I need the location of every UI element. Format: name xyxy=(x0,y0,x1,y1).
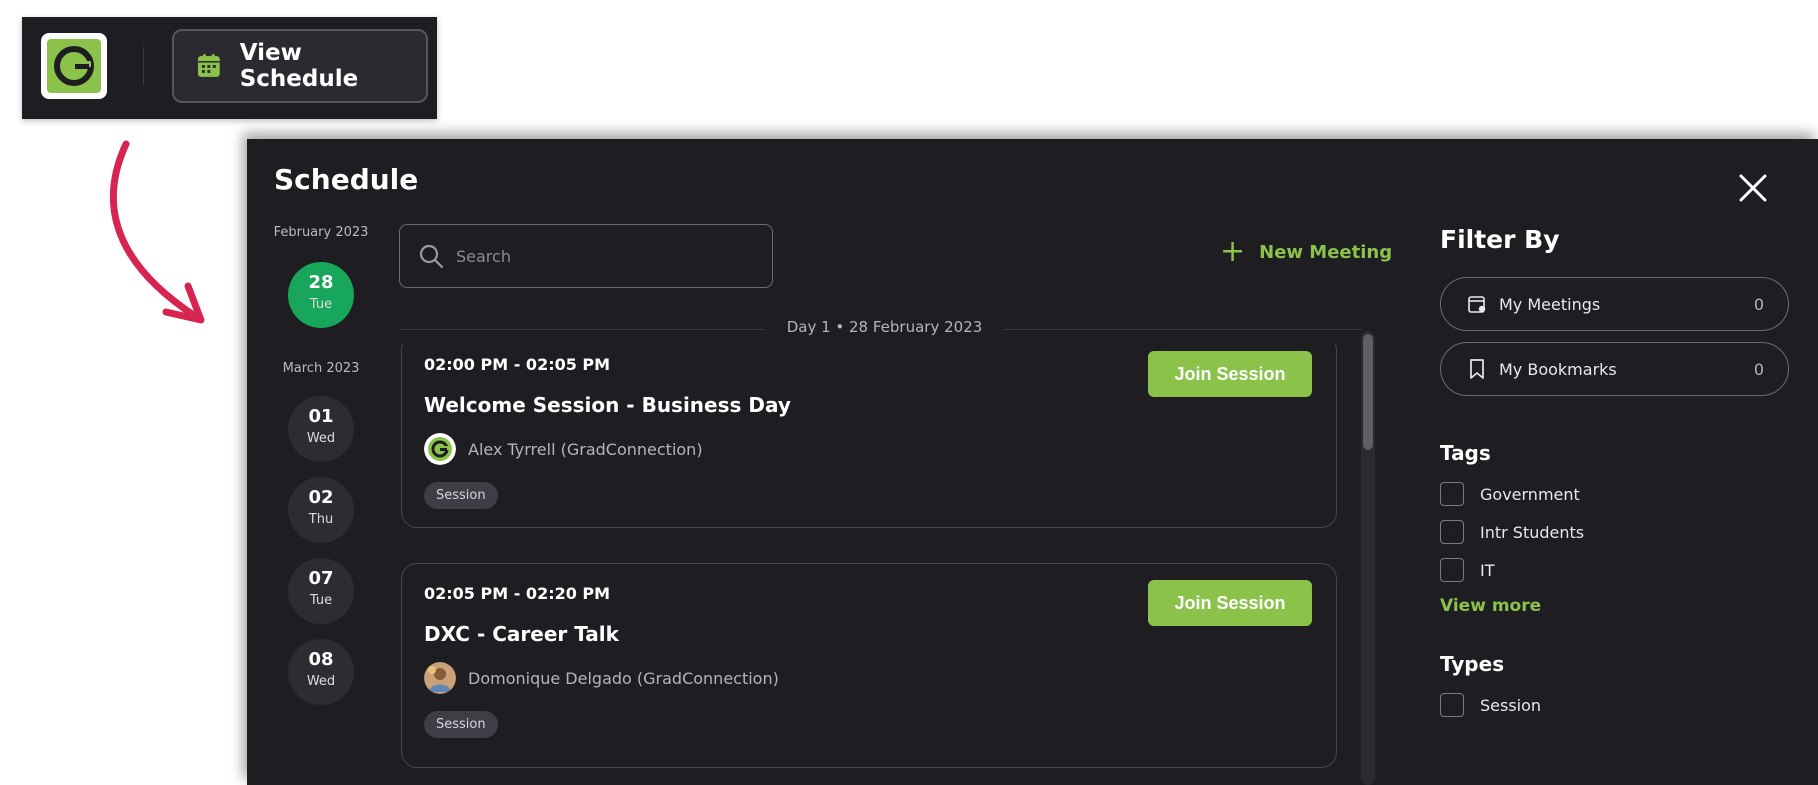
session-card[interactable]: 02:00 PM - 02:05 PM Welcome Session - Bu… xyxy=(401,344,1337,528)
tag-label: IT xyxy=(1480,560,1495,580)
calendar-icon xyxy=(197,54,220,77)
tag-checkbox-intr-students[interactable]: Intr Students xyxy=(1440,520,1584,544)
session-title: Welcome Session - Business Day xyxy=(424,393,791,417)
date-weekday: Wed xyxy=(306,431,336,446)
date-weekday: Wed xyxy=(306,674,336,689)
session-title: DXC - Career Talk xyxy=(424,622,619,646)
filter-title: Filter By xyxy=(1440,225,1560,254)
host-name: Domonique Delgado (GradConnection) xyxy=(468,668,779,688)
date-button-mar-07[interactable]: 07 Tue xyxy=(288,558,354,624)
host-name: Alex Tyrrell (GradConnection) xyxy=(468,439,703,459)
my-meetings-count: 0 xyxy=(1753,294,1764,314)
session-time: 02:00 PM - 02:05 PM xyxy=(424,355,611,374)
date-number: 02 xyxy=(308,487,334,508)
session-host: Domonique Delgado (GradConnection) xyxy=(424,662,779,694)
host-avatar xyxy=(424,433,456,465)
date-number: 07 xyxy=(308,568,334,589)
date-button-mar-02[interactable]: 02 Thu xyxy=(288,477,354,543)
session-card[interactable]: 02:05 PM - 02:20 PM DXC - Career Talk Jo… xyxy=(401,563,1337,768)
my-bookmarks-count: 0 xyxy=(1753,359,1764,379)
toolbar-divider xyxy=(143,47,144,85)
date-weekday: Tue xyxy=(309,297,333,312)
tag-label: Government xyxy=(1480,484,1580,504)
new-meeting-button[interactable]: + New Meeting xyxy=(1220,234,1393,269)
join-session-button[interactable]: Join Session xyxy=(1148,580,1312,626)
date-button-feb-28[interactable]: 28 Tue xyxy=(288,262,354,328)
date-button-mar-01[interactable]: 01 Wed xyxy=(288,396,354,462)
bookmark-icon xyxy=(1470,359,1484,379)
tags-heading: Tags xyxy=(1440,441,1491,465)
session-list: 02:00 PM - 02:05 PM Welcome Session - Bu… xyxy=(399,344,1399,785)
search-icon xyxy=(419,244,444,269)
day-separator-line xyxy=(399,329,764,330)
day-separator-line xyxy=(1004,329,1361,330)
date-number: 01 xyxy=(308,406,334,427)
top-toolbar: View Schedule xyxy=(22,17,437,119)
tag-checkbox-it[interactable]: IT xyxy=(1440,558,1495,582)
meetings-icon xyxy=(1468,296,1486,313)
date-number: 28 xyxy=(308,272,334,293)
date-weekday: Thu xyxy=(308,512,334,527)
new-meeting-label: New Meeting xyxy=(1259,241,1393,263)
session-time: 02:05 PM - 02:20 PM xyxy=(424,584,611,603)
day-separator-label: Day 1 • 28 February 2023 xyxy=(786,318,983,336)
plus-icon: + xyxy=(1220,234,1246,269)
checkbox[interactable] xyxy=(1440,482,1464,506)
schedule-panel: Schedule February 2023 28 Tue March 2023… xyxy=(247,139,1818,785)
type-label: Session xyxy=(1480,695,1542,715)
session-type-badge: Session xyxy=(424,482,498,509)
tag-checkbox-government[interactable]: Government xyxy=(1440,482,1580,506)
type-checkbox-session[interactable]: Session xyxy=(1440,693,1541,717)
session-host: Alex Tyrrell (GradConnection) xyxy=(424,433,703,465)
view-schedule-button[interactable]: View Schedule xyxy=(172,29,428,103)
date-weekday: Tue xyxy=(309,593,333,608)
session-type-badge: Session xyxy=(424,711,498,738)
date-button-mar-08[interactable]: 08 Wed xyxy=(288,639,354,705)
scrollbar-thumb[interactable] xyxy=(1363,334,1373,450)
close-icon[interactable] xyxy=(1738,173,1768,203)
checkbox[interactable] xyxy=(1440,558,1464,582)
month-label: February 2023 xyxy=(273,225,369,240)
view-schedule-label: View Schedule xyxy=(239,40,359,92)
my-meetings-filter[interactable]: My Meetings 0 xyxy=(1440,277,1789,331)
types-heading: Types xyxy=(1440,652,1505,676)
search-input[interactable] xyxy=(454,245,758,267)
date-number: 08 xyxy=(308,649,334,670)
gradconnection-logo-icon[interactable] xyxy=(41,33,107,99)
tag-label: Intr Students xyxy=(1480,522,1585,542)
checkbox[interactable] xyxy=(1440,693,1464,717)
curved-arrow-icon xyxy=(109,140,205,324)
checkbox[interactable] xyxy=(1440,520,1464,544)
join-session-button[interactable]: Join Session xyxy=(1148,351,1312,397)
month-label: March 2023 xyxy=(282,361,360,376)
host-avatar xyxy=(424,662,456,694)
my-meetings-label: My Meetings xyxy=(1499,294,1601,314)
search-box xyxy=(399,224,773,288)
my-bookmarks-label: My Bookmarks xyxy=(1499,359,1617,379)
panel-title: Schedule xyxy=(274,163,419,196)
view-more-link[interactable]: View more xyxy=(1440,596,1541,616)
my-bookmarks-filter[interactable]: My Bookmarks 0 xyxy=(1440,342,1789,396)
